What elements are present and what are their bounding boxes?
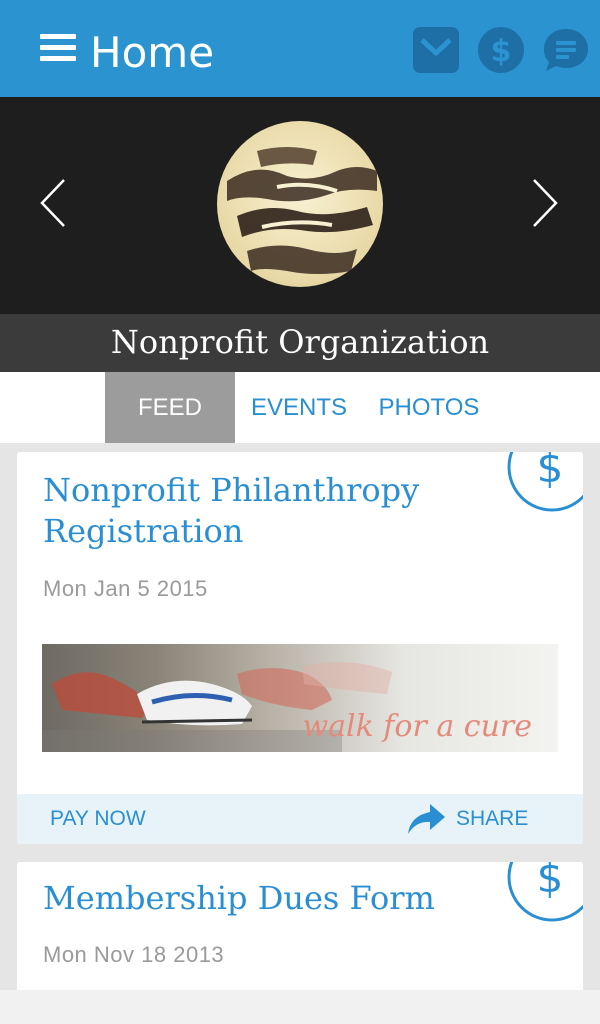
- svg-text:$: $: [537, 862, 564, 902]
- organization-name: Nonprofit Organization: [110, 323, 490, 361]
- dollar-icon[interactable]: $: [477, 26, 525, 74]
- tab-events[interactable]: EVENTS: [240, 372, 358, 443]
- page-title: Home: [90, 28, 215, 77]
- share-arrow-icon: [408, 804, 445, 834]
- event-banner-image[interactable]: walk for a cure: [42, 644, 558, 752]
- pay-now-button[interactable]: PAY NOW: [50, 807, 146, 831]
- chevron-right-icon[interactable]: [530, 177, 560, 229]
- card-date: Mon Jan 5 2015: [43, 576, 208, 601]
- share-label: SHARE: [456, 807, 529, 830]
- svg-text:$: $: [537, 452, 564, 492]
- svg-text:$: $: [491, 34, 512, 69]
- card-title[interactable]: Nonprofit Philanthropy Registration: [43, 470, 503, 552]
- image-caption: walk for a cure: [302, 709, 532, 744]
- tab-bar: FEED EVENTS PHOTOS: [0, 372, 600, 443]
- chat-bubble-icon[interactable]: [542, 26, 590, 74]
- dollar-icon[interactable]: $: [507, 862, 583, 922]
- envelope-icon[interactable]: [412, 26, 460, 74]
- chevron-left-icon[interactable]: [38, 177, 68, 229]
- hamburger-menu-icon[interactable]: [40, 34, 76, 62]
- organization-logo: [217, 121, 383, 287]
- tab-feed[interactable]: FEED: [105, 372, 235, 443]
- card-date: Mon Nov 18 2013: [43, 942, 225, 967]
- dollar-icon[interactable]: $: [507, 452, 583, 512]
- tab-photos[interactable]: PHOTOS: [368, 372, 490, 443]
- hero-banner: [0, 97, 600, 314]
- organization-name-bar: Nonprofit Organization: [0, 314, 600, 372]
- card-action-bar: PAY NOW SHARE: [17, 794, 583, 844]
- bottom-edge: [0, 990, 600, 1024]
- app-header: Home $: [0, 0, 600, 97]
- feed-card[interactable]: $ Nonprofit Philanthropy Registration Mo…: [17, 452, 583, 844]
- card-title[interactable]: Membership Dues Form: [43, 878, 503, 919]
